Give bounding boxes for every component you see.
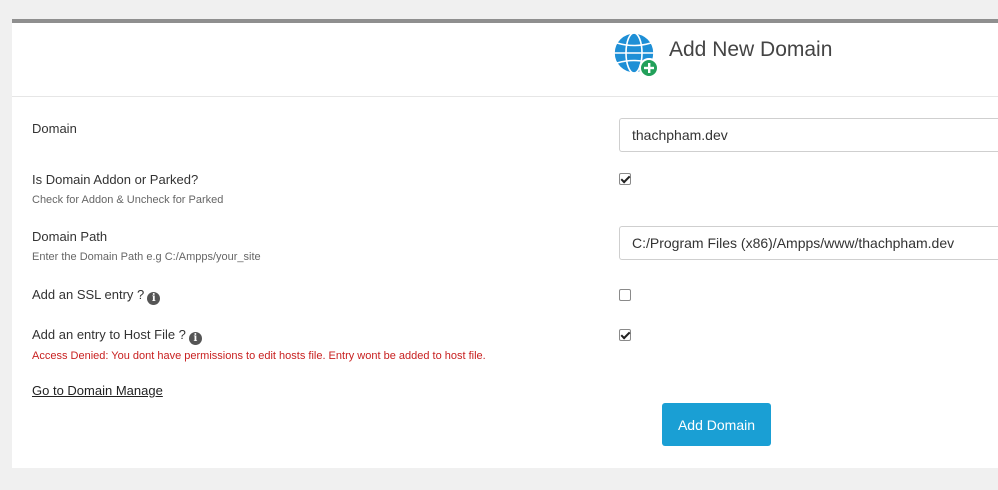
panel-header: Add New Domain: [12, 23, 998, 97]
ssl-checkbox[interactable]: [619, 289, 631, 301]
page-title: Add New Domain: [669, 38, 833, 61]
hosts-checkbox[interactable]: [619, 329, 631, 341]
hosts-label-text: Add an entry to Host File ?: [32, 327, 186, 342]
addon-label: Is Domain Addon or Parked?: [32, 172, 199, 187]
addon-checkbox[interactable]: [619, 173, 631, 185]
hosts-label: Add an entry to Host File ? i: [32, 327, 202, 345]
path-help-text: Enter the Domain Path e.g C:/Ampps/your_…: [32, 251, 261, 263]
info-icon[interactable]: i: [188, 332, 202, 345]
hosts-error-message: Access Denied: You dont have permissions…: [32, 350, 486, 362]
domain-label: Domain: [32, 121, 77, 136]
info-icon[interactable]: i: [147, 292, 161, 305]
ssl-label-text: Add an SSL entry ?: [32, 287, 145, 302]
globe-add-icon: [613, 32, 659, 78]
ssl-label: Add an SSL entry ? i: [32, 287, 161, 305]
domain-manage-link[interactable]: Go to Domain Manage: [32, 383, 163, 398]
path-label: Domain Path: [32, 229, 108, 244]
domain-path-input[interactable]: [619, 226, 998, 260]
add-domain-button[interactable]: Add Domain: [662, 403, 771, 446]
add-domain-panel: Add New Domain Domain Is Domain Addon or…: [12, 19, 998, 468]
domain-input[interactable]: [619, 118, 998, 152]
addon-help-text: Check for Addon & Uncheck for Parked: [32, 194, 224, 206]
